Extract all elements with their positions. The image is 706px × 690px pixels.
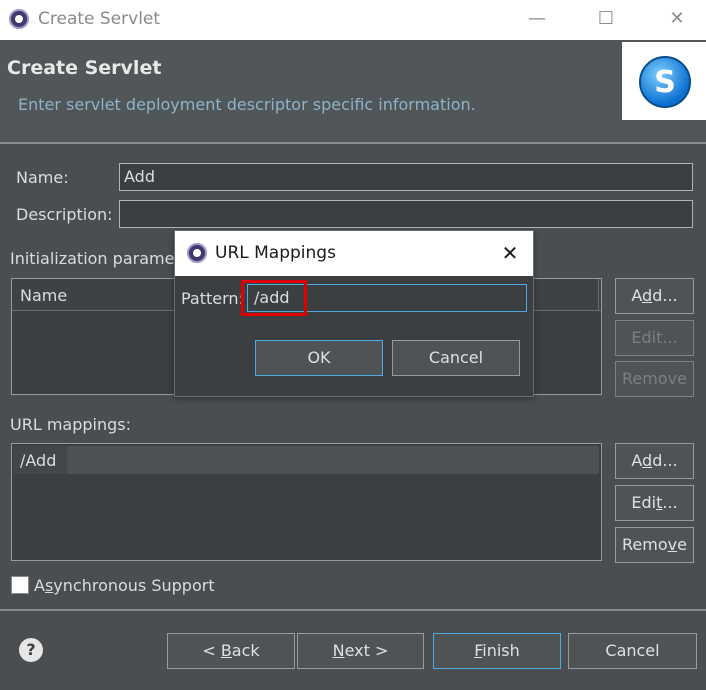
url-mapping-value: /Add bbox=[20, 451, 57, 470]
description-field[interactable] bbox=[119, 200, 693, 228]
description-label: Description: bbox=[16, 205, 113, 224]
async-support-checkbox[interactable] bbox=[11, 576, 29, 594]
column-divider bbox=[598, 279, 599, 311]
async-support-label[interactable]: Asynchronous Support bbox=[34, 576, 215, 595]
header-separator bbox=[0, 142, 706, 144]
dialog-title: URL Mappings bbox=[215, 243, 336, 263]
pattern-highlight-box bbox=[241, 280, 307, 316]
window-title: Create Servlet bbox=[38, 9, 161, 29]
svg-text:S: S bbox=[654, 65, 676, 100]
wizard-subtitle: Enter servlet deployment descriptor spec… bbox=[18, 95, 476, 114]
dialog-ok-button[interactable]: OK bbox=[255, 340, 383, 376]
dialog-cancel-button[interactable]: Cancel bbox=[392, 340, 520, 376]
next-button[interactable]: Next > bbox=[297, 633, 424, 669]
init-add-button[interactable]: Add... bbox=[615, 278, 694, 314]
pattern-label: Pattern: bbox=[181, 289, 244, 308]
finish-button[interactable]: Finish bbox=[433, 633, 561, 669]
help-icon[interactable]: ? bbox=[19, 638, 43, 662]
url-add-button[interactable]: Add... bbox=[615, 443, 694, 479]
name-field[interactable]: Add bbox=[119, 163, 693, 191]
back-button[interactable]: < Back bbox=[167, 633, 295, 669]
dialog-title-bar: URL Mappings ✕ bbox=[175, 231, 533, 276]
cancel-button[interactable]: Cancel bbox=[568, 633, 697, 669]
init-edit-button[interactable]: Edit... bbox=[615, 320, 694, 356]
url-mappings-label: URL mappings: bbox=[10, 415, 131, 434]
url-mappings-list[interactable]: /Add bbox=[11, 443, 602, 561]
servlet-logo-icon: S bbox=[622, 42, 706, 120]
close-window-button[interactable]: ✕ bbox=[654, 0, 700, 40]
eclipse-app-icon bbox=[187, 243, 207, 263]
wizard-header: Create Servlet Enter servlet deployment … bbox=[0, 40, 706, 142]
url-remove-button[interactable]: Remove bbox=[615, 527, 694, 563]
list-item[interactable]: /Add bbox=[14, 446, 599, 474]
init-remove-button[interactable]: Remove bbox=[615, 361, 694, 397]
init-params-label: Initialization parame bbox=[10, 249, 175, 268]
minimize-button[interactable]: — bbox=[514, 0, 560, 40]
init-table-col-name[interactable]: Name bbox=[20, 286, 67, 305]
dialog-close-button[interactable]: ✕ bbox=[495, 239, 525, 267]
url-edit-button[interactable]: Edit... bbox=[615, 485, 694, 521]
wizard-title: Create Servlet bbox=[7, 57, 162, 79]
window-title-bar: Create Servlet — ☐ ✕ bbox=[0, 0, 706, 40]
url-mappings-dialog: URL Mappings ✕ Pattern: /add OK Cancel bbox=[174, 230, 534, 397]
footer-separator bbox=[0, 609, 706, 611]
maximize-button[interactable]: ☐ bbox=[583, 0, 629, 40]
name-label: Name: bbox=[16, 168, 69, 187]
eclipse-app-icon bbox=[9, 9, 29, 29]
